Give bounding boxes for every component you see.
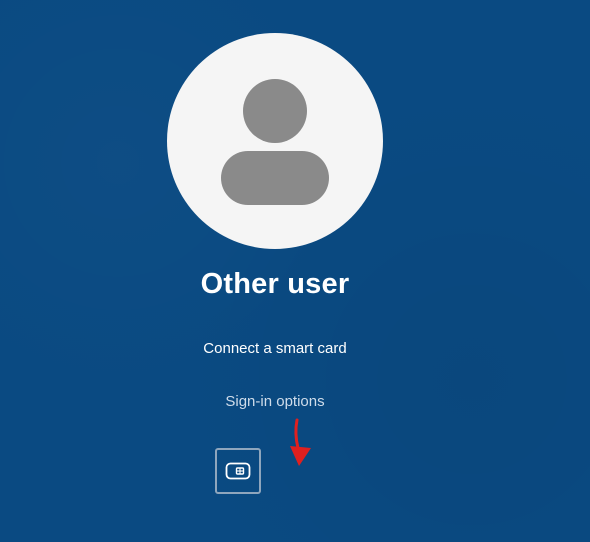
user-name: Other user — [200, 268, 350, 300]
person-silhouette-icon — [221, 79, 329, 205]
sign-in-options-link[interactable]: Sign-in options — [0, 393, 550, 410]
user-avatar — [167, 33, 383, 249]
smart-card-sign-in-button[interactable] — [215, 448, 261, 494]
red-arrow-annotation — [290, 418, 311, 466]
smart-card-icon — [225, 462, 251, 480]
connect-smart-card-link[interactable]: Connect a smart card — [0, 340, 550, 357]
